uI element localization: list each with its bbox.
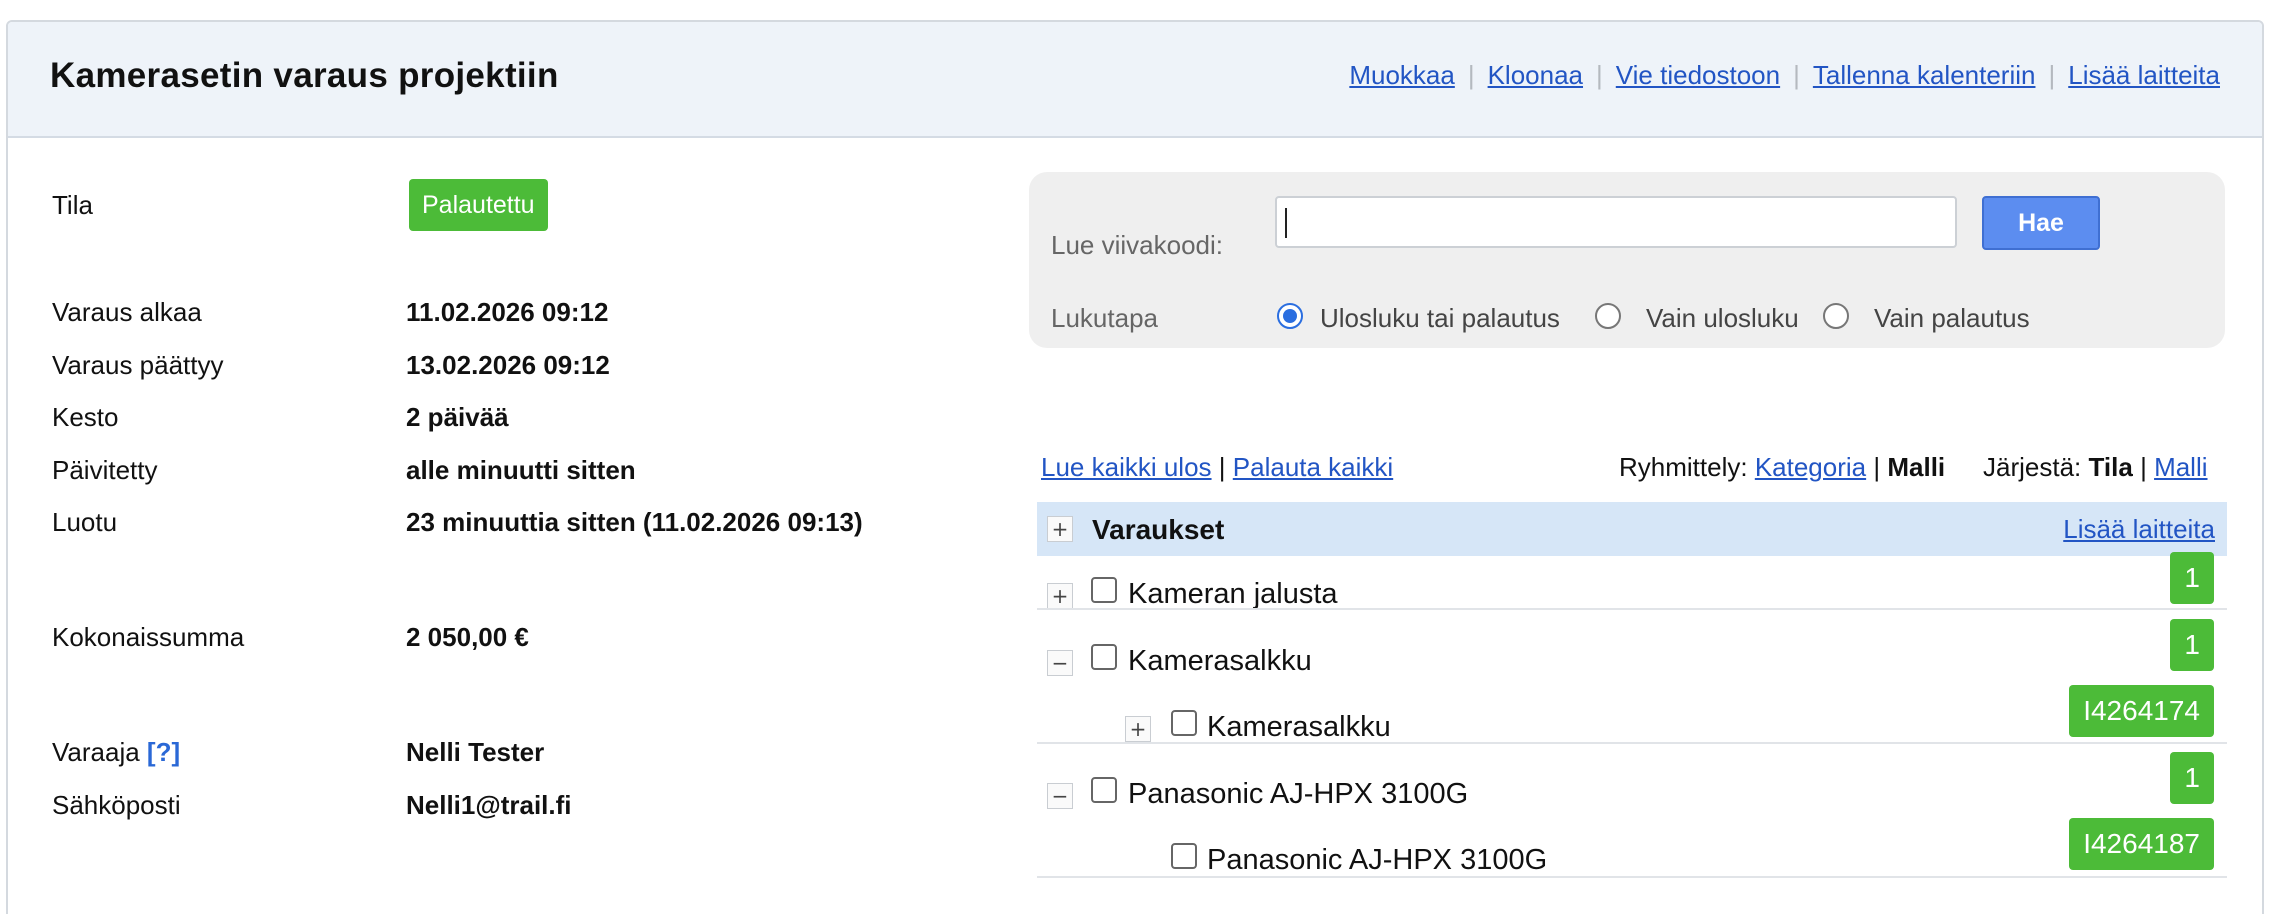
header-actions: Muokkaa | Kloonaa | Vie tiedostoon | Tal… [1349,60,2220,91]
grouping-controls: Ryhmittely: Kategoria | Malli [1619,452,1945,483]
created-label: Luotu [52,507,118,537]
grouping-category-link[interactable]: Kategoria [1755,452,1866,482]
reservations-group-header: + Varaukset Lisää laitteita [1037,502,2227,556]
add-devices-link[interactable]: Lisää laitteita [2068,60,2220,91]
email-value: Nelli1@trail.fi [406,790,572,820]
bulk-actions: Lue kaikki ulos | Palauta kaikki [1041,452,1393,483]
clone-link[interactable]: Kloonaa [1488,60,1583,91]
expand-toggle-icon[interactable]: + [1047,583,1073,609]
grouping-label: Ryhmittely: [1619,452,1748,482]
total-label: Kokonaissumma [52,622,245,652]
radio-checkout-or-return[interactable] [1277,303,1303,329]
separator: | [1873,452,1881,482]
booker-label-row: Varaaja [?] [52,737,180,768]
sort-label: Järjestä: [1983,452,2082,482]
start-value: 11.02.2026 09:12 [406,297,609,327]
count-badge: 1 [2170,619,2214,671]
item-checkbox[interactable] [1171,710,1197,736]
total-value: 2 050,00 € [406,622,529,652]
inventory-id-badge: I4264187 [2069,818,2214,870]
row-divider [1037,608,2227,610]
count-badge: 1 [2170,752,2214,804]
created-value: 23 minuuttia sitten (11.02.2026 09:13) [406,507,863,537]
item-name: Kamerasalkku [1207,711,1391,743]
barcode-scan-panel: Lue viivakoodi: Hae Lukutapa Ulosluku ta… [1029,172,2225,348]
item-checkbox[interactable] [1171,843,1197,869]
email-label: Sähköposti [52,790,181,820]
page-header: Kamerasetin varaus projektiin Muokkaa | … [8,22,2262,138]
collapse-toggle-icon[interactable]: − [1047,650,1073,676]
count-badge: 1 [2170,552,2214,604]
separator: | [2048,60,2056,90]
status-label: Tila [52,190,93,220]
booker-label: Varaaja [52,737,140,767]
sort-controls: Järjestä: Tila | Malli [1983,452,2208,483]
updated-label: Päivitetty [52,455,158,485]
updated-value: alle minuutti sitten [406,455,636,485]
inventory-id-badge: I4264174 [2069,685,2214,737]
separator: | [1596,60,1603,90]
barcode-input[interactable] [1275,196,1957,248]
separator: | [2140,452,2147,482]
save-to-calendar-link[interactable]: Tallenna kalenteriin [1813,60,2036,91]
read-mode-label: Lukutapa [1051,303,1158,333]
page-title: Kamerasetin varaus projektiin [50,56,559,95]
expand-toggle-icon[interactable]: + [1125,716,1151,742]
separator: | [1793,60,1800,90]
booker-value: Nelli Tester [406,737,545,767]
start-label: Varaus alkaa [52,297,202,327]
duration-value: 2 päivää [406,402,509,432]
radio-return-only[interactable] [1823,303,1849,329]
booker-help-link[interactable]: [?] [147,737,180,767]
separator: | [1467,60,1475,90]
item-checkbox[interactable] [1091,577,1117,603]
end-label: Varaus päättyy [52,350,224,380]
status-badge: Palautettu [409,179,548,231]
item-name: Panasonic AJ-HPX 3100G [1207,844,1548,876]
grouping-model-active: Malli [1887,452,1946,482]
checkout-all-link[interactable]: Lue kaikki ulos [1041,452,1212,482]
row-divider [1037,876,2227,878]
search-button[interactable]: Hae [1982,196,2100,250]
item-checkbox[interactable] [1091,777,1117,803]
radio-checkout-only[interactable] [1595,303,1621,329]
edit-link[interactable]: Muokkaa [1349,60,1455,91]
item-name: Kamerasalkku [1128,645,1312,677]
expand-toggle-icon[interactable]: + [1047,516,1073,542]
collapse-toggle-icon[interactable]: − [1047,783,1073,809]
barcode-label: Lue viivakoodi: [1051,230,1223,260]
end-value: 13.02.2026 09:12 [406,350,610,380]
return-all-link[interactable]: Palauta kaikki [1233,452,1393,482]
radio-return-only-label: Vain palautus [1874,303,2030,333]
sort-model-link[interactable]: Malli [2154,452,2207,482]
reservation-panel: Kamerasetin varaus projektiin Muokkaa | … [6,20,2264,914]
reservations-title: Varaukset [1092,514,1225,545]
duration-label: Kesto [52,402,119,432]
item-name: Panasonic AJ-HPX 3100G [1128,778,1469,810]
separator: | [1218,452,1226,482]
row-divider [1037,742,2227,744]
add-devices-link[interactable]: Lisää laitteita [2063,514,2215,545]
item-name: Kameran jalusta [1128,578,1338,610]
item-checkbox[interactable] [1091,644,1117,670]
text-caret [1285,208,1287,238]
sort-status-active: Tila [2088,452,2133,482]
radio-checkout-only-label: Vain ulosluku [1646,303,1799,333]
export-link[interactable]: Vie tiedostoon [1616,60,1780,91]
radio-checkout-or-return-label: Ulosluku tai palautus [1320,303,1560,333]
